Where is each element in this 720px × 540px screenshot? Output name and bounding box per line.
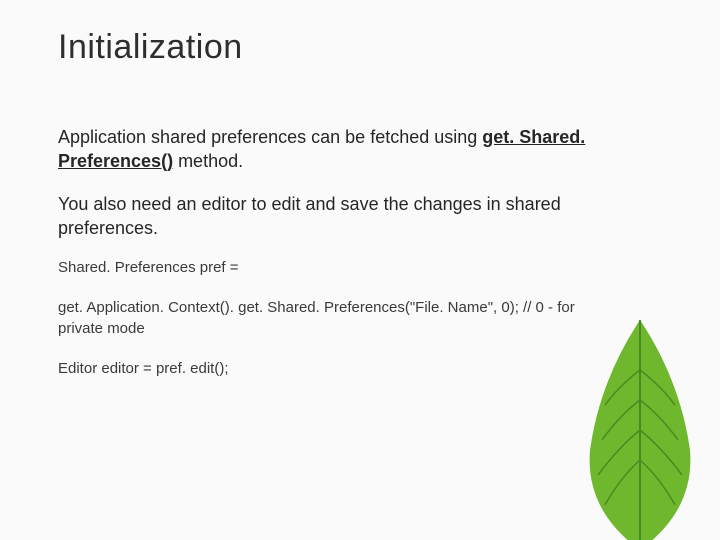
leaf-decoration-icon: [580, 320, 720, 540]
slide-title: Initialization: [58, 28, 662, 67]
paragraph-1-text-before: Application shared preferences can be fe…: [58, 127, 482, 147]
code-line-1: Shared. Preferences pref =: [58, 258, 618, 278]
paragraph-1-text-after: method.: [173, 151, 243, 171]
slide-container: Initialization Application shared prefer…: [0, 0, 720, 540]
code-line-2: get. Application. Context(). get. Shared…: [58, 298, 618, 339]
code-line-3: Editor editor = pref. edit();: [58, 359, 618, 379]
paragraph-2: You also need an editor to edit and save…: [58, 192, 618, 241]
paragraph-1: Application shared preferences can be fe…: [58, 125, 618, 174]
